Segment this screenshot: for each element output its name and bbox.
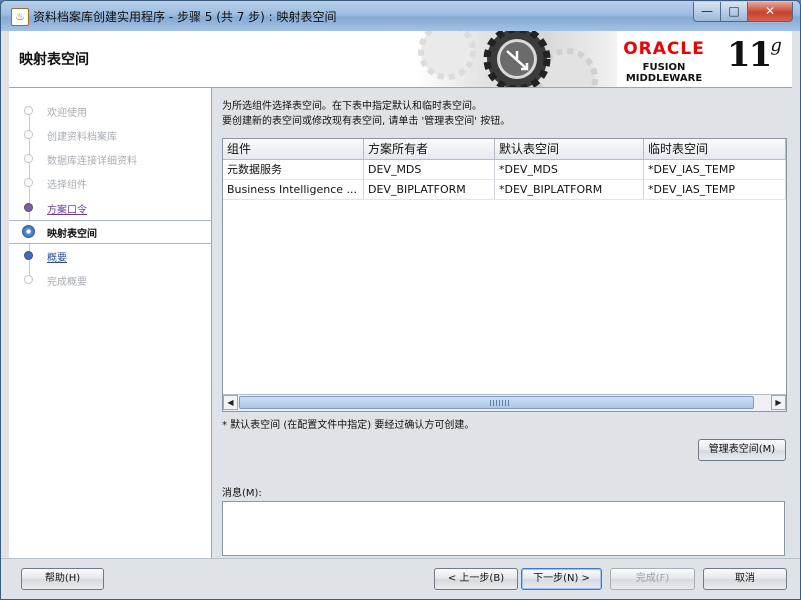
- column-header-temp-tablespace[interactable]: 临时表空间: [644, 139, 786, 159]
- wizard-window: ♨ 资料档案库创建实用程序 - 步骤 5 (共 7 步) : 映射表空间 — □…: [0, 0, 801, 600]
- step-indicator-icon: [24, 178, 33, 187]
- tablespace-table: 组件 方案所有者 默认表空间 临时表空间 元数据服务 DEV_MDS *DEV_…: [222, 138, 787, 412]
- nav-step-map-tablespaces: 映射表空间: [9, 220, 211, 244]
- nav-step-completion-summary: 完成概要: [9, 269, 211, 291]
- nav-step-label: 数据库连接详细资料: [47, 156, 137, 167]
- nav-step-label: 欢迎使用: [47, 108, 87, 119]
- cancel-button[interactable]: 取消: [703, 568, 787, 590]
- table-row[interactable]: Business Intelligence ... DEV_BIPLATFORM…: [223, 180, 786, 200]
- version-number: 11: [727, 35, 772, 75]
- footer-button-bar: 帮助(H) < 上一步(B) 下一步(N) > 完成(F) 取消: [1, 558, 800, 599]
- messages-label: 消息(M):: [222, 488, 262, 499]
- fusion-middleware-text: FUSION MIDDLEWARE: [625, 62, 703, 84]
- minimize-button[interactable]: —: [693, 2, 721, 22]
- cell-schema-owner: DEV_BIPLATFORM: [364, 180, 495, 199]
- back-button[interactable]: < 上一步(B): [434, 568, 518, 590]
- instruction-text-2: 要创建新的表空间或修改现有表空间, 请单击 '管理表空间' 按钮。: [222, 116, 511, 127]
- column-header-schema-owner[interactable]: 方案所有者: [364, 139, 495, 159]
- version-suffix: g: [770, 35, 781, 56]
- cell-schema-owner: DEV_MDS: [364, 160, 495, 179]
- column-header-default-tablespace[interactable]: 默认表空间: [495, 139, 644, 159]
- oracle-logo: ORACLE FUSION MIDDLEWARE: [609, 39, 719, 84]
- window-title: 资料档案库创建实用程序 - 步骤 5 (共 7 步) : 映射表空间: [33, 10, 337, 24]
- header-banner: 映射表空间 ORACLE FUSION MIDDLEWARE 11g: [9, 31, 792, 88]
- page-title: 映射表空间: [19, 52, 89, 68]
- horizontal-scrollbar[interactable]: ◀ ▶: [223, 394, 786, 411]
- gears-graphic-icon: [417, 31, 617, 87]
- grip-icon: [490, 400, 510, 406]
- help-button[interactable]: 帮助(H): [21, 568, 104, 590]
- nav-step-label: 完成概要: [47, 277, 87, 288]
- cell-default-tablespace[interactable]: *DEV_BIPLATFORM: [495, 180, 644, 199]
- java-app-icon: ♨: [11, 8, 29, 26]
- nav-step-label: 选择组件: [47, 180, 87, 191]
- nav-step-label: 创建资料档案库: [47, 132, 117, 143]
- current-step-indicator-icon: [22, 225, 35, 238]
- cell-temp-tablespace[interactable]: *DEV_IAS_TEMP: [644, 180, 786, 199]
- nav-step-label: 映射表空间: [47, 229, 97, 240]
- nav-step-label[interactable]: 方案口令: [47, 201, 87, 216]
- step-indicator-icon: [24, 275, 33, 284]
- cell-component: Business Intelligence ...: [223, 180, 364, 199]
- scroll-thumb[interactable]: [239, 396, 754, 409]
- step-indicator-icon: [24, 106, 33, 115]
- cell-temp-tablespace[interactable]: *DEV_IAS_TEMP: [644, 160, 786, 179]
- step-indicator-icon: [24, 251, 33, 260]
- wizard-steps-nav: 欢迎使用 创建资料档案库 数据库连接详细资料 选择组件 方案口令 映射表空间 概…: [9, 88, 212, 558]
- main-content: 为所选组件选择表空间。在下表中指定默认和临时表空间。 要创建新的表空间或修改现有…: [212, 88, 792, 558]
- nav-step-db-connection: 数据库连接详细资料: [9, 148, 211, 170]
- nav-step-select-components: 选择组件: [9, 172, 211, 194]
- column-header-component[interactable]: 组件: [223, 139, 364, 159]
- nav-step-summary[interactable]: 概要: [9, 245, 211, 267]
- table-header: 组件 方案所有者 默认表空间 临时表空间: [223, 139, 786, 160]
- maximize-button[interactable]: □: [720, 2, 748, 22]
- version-logo: 11g: [727, 35, 782, 75]
- step-indicator-icon: [24, 154, 33, 163]
- gears-icon: [418, 31, 598, 87]
- messages-textarea[interactable]: [222, 501, 785, 556]
- nav-step-label[interactable]: 概要: [47, 249, 67, 264]
- next-button[interactable]: 下一步(N) >: [521, 568, 602, 590]
- nav-step-create-repository: 创建资料档案库: [9, 124, 211, 146]
- scroll-right-icon[interactable]: ▶: [771, 395, 786, 410]
- instruction-text-1: 为所选组件选择表空间。在下表中指定默认和临时表空间。: [222, 101, 482, 112]
- cell-component: 元数据服务: [223, 160, 364, 179]
- oracle-brand-text: ORACLE: [623, 39, 705, 59]
- cell-default-tablespace[interactable]: *DEV_MDS: [495, 160, 644, 179]
- nav-step-schema-passwords[interactable]: 方案口令: [9, 197, 211, 219]
- step-indicator-icon: [24, 203, 33, 212]
- step-indicator-icon: [24, 130, 33, 139]
- close-button[interactable]: ✕: [747, 2, 793, 22]
- table-row[interactable]: 元数据服务 DEV_MDS *DEV_MDS *DEV_IAS_TEMP: [223, 160, 786, 180]
- manage-tablespaces-button[interactable]: 管理表空间(M): [698, 439, 786, 461]
- nav-step-welcome: 欢迎使用: [9, 100, 211, 122]
- finish-button: 完成(F): [610, 568, 695, 590]
- default-tablespace-note: * 默认表空间 (在配置文件中指定) 要经过确认方可创建。: [222, 420, 475, 431]
- title-bar[interactable]: ♨ 资料档案库创建实用程序 - 步骤 5 (共 7 步) : 映射表空间 — □…: [1, 1, 800, 31]
- scroll-left-icon[interactable]: ◀: [223, 395, 238, 410]
